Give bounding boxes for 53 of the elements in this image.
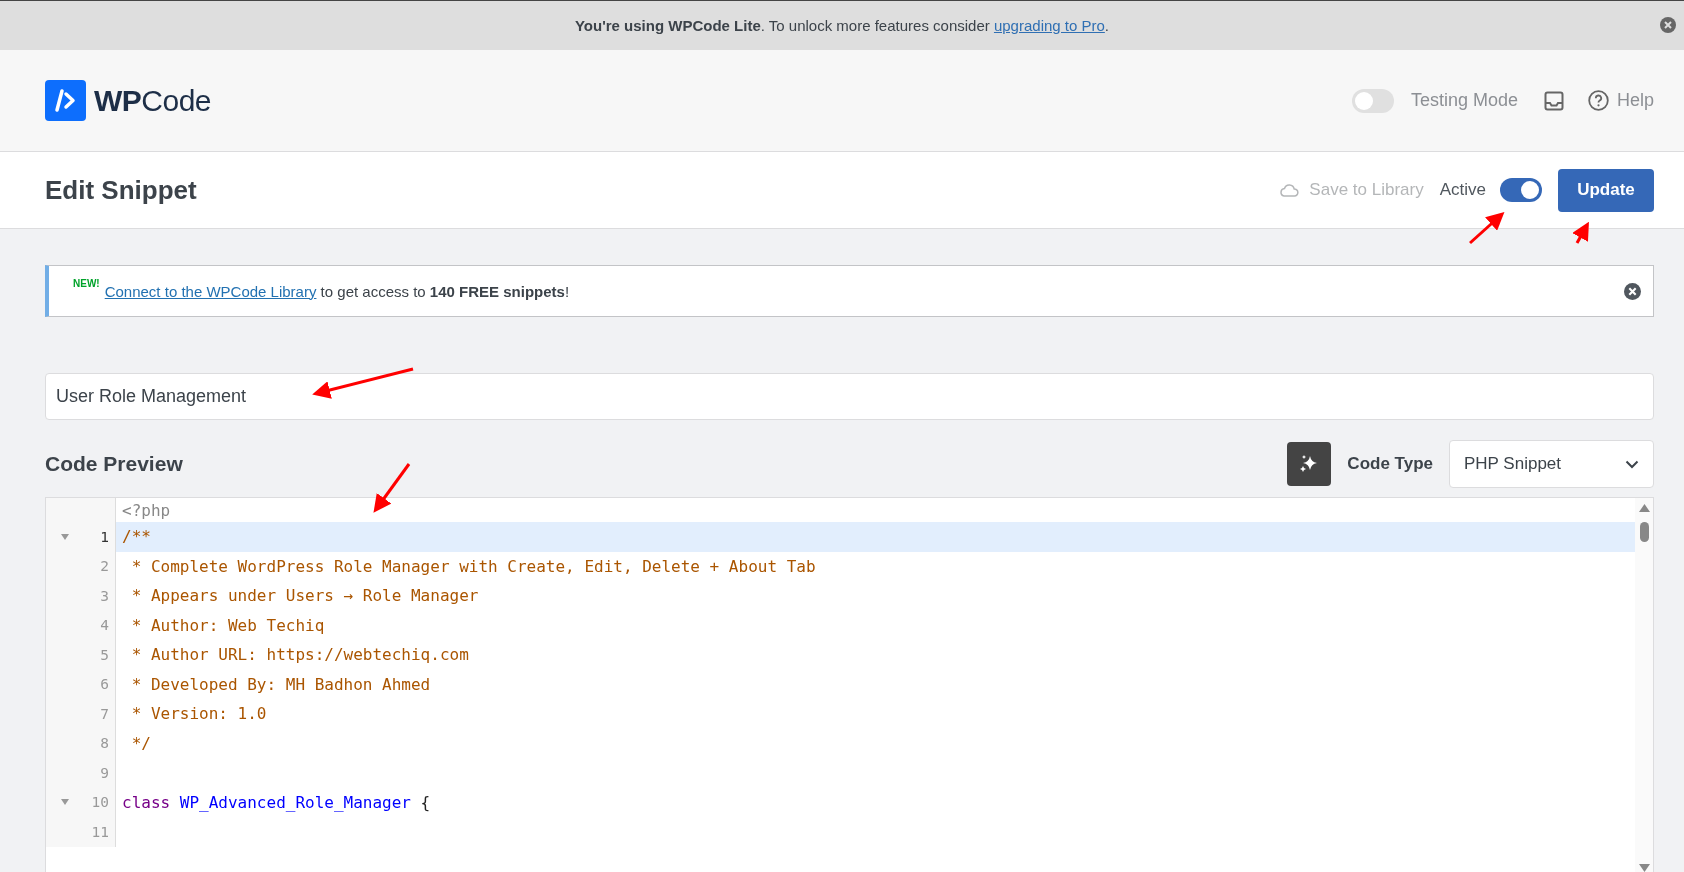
- upgrade-link[interactable]: upgrading to Pro: [993, 17, 1105, 34]
- page-title: Edit Snippet: [45, 174, 197, 206]
- code-line: * Author URL: https://webtechiq.com: [130, 644, 470, 667]
- line-number: 9: [99, 764, 109, 781]
- code-line: */: [130, 732, 152, 755]
- annotation-arrow: [1572, 221, 1589, 244]
- logo-text: WPCode: [94, 83, 212, 118]
- code-line: * Version: 1.0: [130, 703, 268, 726]
- library-notice-text: Connect to the WPCode Library to get access to 140 FREE snippets!: [104, 282, 570, 300]
- code-line: <?php: [121, 499, 172, 522]
- line-number: 1: [99, 528, 109, 545]
- code-line: * Complete WordPress Role Manager with Create, Edit, Delete + About Tab: [130, 555, 817, 578]
- toggle-switch[interactable]: [1500, 178, 1542, 202]
- fold-arrow-icon[interactable]: [61, 533, 69, 540]
- ai-sparkle-button[interactable]: [1287, 442, 1332, 486]
- snippet-title-field[interactable]: User Role Management: [45, 373, 1654, 420]
- logo-icon: [45, 80, 86, 121]
- active-label: Active: [1439, 180, 1486, 200]
- toggle-switch[interactable]: [1351, 88, 1394, 113]
- fold-arrow-icon[interactable]: [61, 799, 69, 806]
- upgrade-notice-text: You're using WPCode Lite. To unlock more features consider upgrading to Pro.: [574, 17, 1110, 34]
- close-icon[interactable]: [1624, 282, 1641, 300]
- cloud-icon: [1279, 183, 1300, 197]
- line-number: 11: [90, 823, 109, 840]
- line-number: 5: [99, 646, 109, 663]
- annotation-arrow: [373, 463, 411, 513]
- code-type-label: Code Type: [1347, 454, 1433, 474]
- line-number: 8: [99, 735, 109, 752]
- new-label: NEW!: [73, 278, 100, 289]
- scroll-down-arrow-icon[interactable]: [1639, 864, 1650, 872]
- line-number: 6: [99, 676, 109, 693]
- help-icon[interactable]: [1587, 90, 1609, 111]
- close-icon[interactable]: [1660, 17, 1676, 33]
- line-number: 7: [99, 705, 109, 722]
- code-line: * Author: Web Techiq: [130, 614, 326, 637]
- scrollbar-thumb[interactable]: [1640, 522, 1649, 542]
- annotation-arrow: [1469, 212, 1505, 245]
- inbox-icon[interactable]: [1543, 90, 1564, 111]
- code-type-select[interactable]: PHP Snippet: [1449, 440, 1654, 488]
- line-number: 4: [99, 617, 109, 634]
- code-line: * Appears under Users → Role Manager: [130, 585, 480, 608]
- library-link[interactable]: Connect to the WPCode Library: [104, 282, 317, 300]
- line-number: 3: [99, 587, 109, 604]
- section-heading: Code Preview: [45, 452, 183, 476]
- line-number: 10: [90, 794, 109, 811]
- line-number: 2: [99, 558, 109, 575]
- chevron-down-icon: [1625, 459, 1639, 469]
- scroll-up-arrow-icon[interactable]: [1639, 504, 1650, 512]
- update-button[interactable]: Update: [1558, 168, 1654, 212]
- code-line: class WP_Advanced_Role_Manager {: [121, 791, 432, 814]
- testing-mode-label: Testing Mode: [1410, 90, 1518, 111]
- code-line: * Developed By: MH Badhon Ahmed: [130, 673, 432, 696]
- help-link[interactable]: Help: [1616, 90, 1654, 111]
